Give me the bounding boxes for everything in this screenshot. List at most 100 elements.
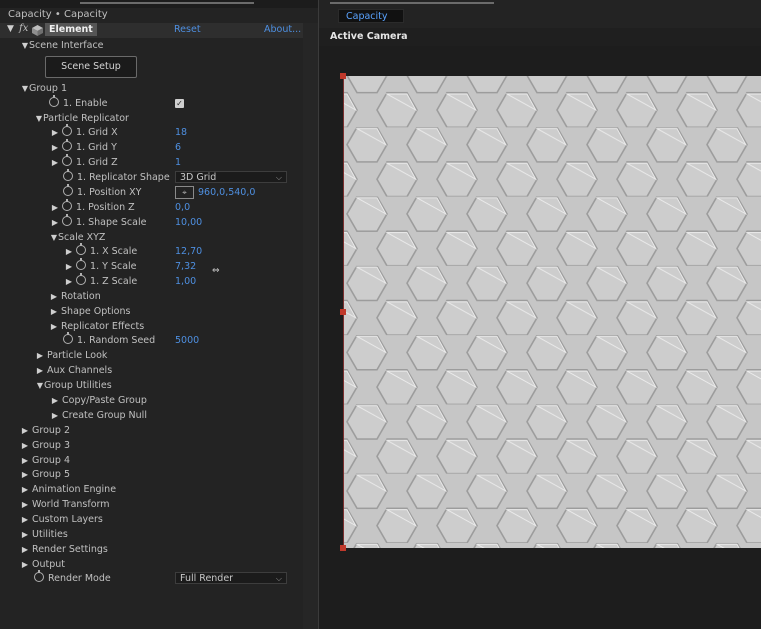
twirl-down-icon[interactable]: ▼ [7, 24, 14, 34]
twirl-right-icon[interactable]: ▶ [51, 393, 59, 408]
replicator-shape-dropdown[interactable]: 3D Grid ⌵ [175, 171, 287, 183]
stopwatch-icon[interactable] [34, 570, 44, 582]
x-scale-value[interactable]: 12,70 [175, 244, 202, 259]
composition-tab[interactable]: Capacity [338, 9, 404, 23]
custom-layers-row[interactable]: ▶ Custom Layers [0, 512, 303, 527]
random-seed-row[interactable]: 1. Random Seed 5000 [0, 332, 303, 348]
twirl-down-icon[interactable]: ▼ [35, 111, 43, 126]
position-z-value[interactable]: 0,0 [175, 200, 190, 215]
twirl-right-icon[interactable]: ▶ [21, 423, 29, 438]
about-link[interactable]: About... [264, 24, 301, 35]
rotation-row[interactable]: ▶ Rotation [0, 289, 303, 304]
twirl-right-icon[interactable]: ▶ [21, 482, 29, 497]
stopwatch-icon[interactable] [49, 95, 59, 107]
shape-options-row[interactable]: ▶ Shape Options [0, 304, 303, 319]
x-scale-row[interactable]: ▶ 1. X Scale 12,70 [0, 243, 303, 259]
rendered-hex-surface[interactable] [343, 76, 761, 548]
grid-x-row[interactable]: ▶ 1. Grid X 18 [0, 124, 303, 140]
enable-checkbox[interactable]: ✓ [175, 99, 184, 108]
grid-z-row[interactable]: ▶ 1. Grid Z 1 [0, 154, 303, 170]
twirl-right-icon[interactable]: ▶ [51, 408, 59, 423]
world-transform-row[interactable]: ▶ World Transform [0, 497, 303, 512]
stopwatch-icon[interactable] [62, 199, 73, 211]
group-2-row[interactable]: ▶ Group 2 [0, 423, 303, 438]
group-utilities-row[interactable]: ▼Group Utilities [0, 378, 303, 393]
replicator-effects-row[interactable]: ▶ Replicator Effects [0, 319, 303, 334]
stopwatch-icon[interactable] [76, 273, 87, 285]
twirl-down-icon[interactable]: ▼ [21, 81, 29, 96]
position-z-row[interactable]: ▶ 1. Position Z 0,0 [0, 199, 303, 215]
particle-replicator-row[interactable]: ▼Particle Replicator [0, 111, 303, 126]
twirl-right-icon[interactable]: ▶ [51, 155, 59, 170]
scale-xyz-row[interactable]: ▼Scale XYZ [0, 230, 303, 245]
twirl-down-icon[interactable]: ▼ [21, 38, 29, 53]
y-scale-row[interactable]: ▶ 1. Y Scale 7,32 [0, 258, 303, 274]
twirl-right-icon[interactable]: ▶ [21, 438, 29, 453]
render-mode-dropdown[interactable]: Full Render ⌵ [175, 572, 287, 584]
reset-link[interactable]: Reset [174, 24, 201, 35]
position-xy-row[interactable]: 1. Position XY ⌖ 960,0,540,0 [0, 184, 303, 200]
twirl-right-icon[interactable]: ▶ [21, 467, 29, 482]
group-1-row[interactable]: ▼Group 1 [0, 81, 303, 96]
twirl-right-icon[interactable]: ▶ [21, 512, 29, 527]
stopwatch-icon[interactable] [63, 184, 73, 196]
stopwatch-icon[interactable] [76, 243, 87, 255]
animation-engine-row[interactable]: ▶ Animation Engine [0, 482, 303, 497]
render-mode-row[interactable]: Render Mode Full Render ⌵ [0, 570, 303, 586]
replicator-shape-row[interactable]: 1. Replicator Shape 3D Grid ⌵ [0, 169, 303, 185]
shape-scale-row[interactable]: ▶ 1. Shape Scale 10,00 [0, 214, 303, 230]
twirl-right-icon[interactable]: ▶ [65, 259, 73, 274]
twirl-right-icon[interactable]: ▶ [21, 497, 29, 512]
twirl-right-icon[interactable]: ▶ [51, 200, 59, 215]
grid-z-value[interactable]: 1 [175, 155, 181, 170]
output-row[interactable]: ▶ Output [0, 557, 303, 572]
scene-interface-row[interactable]: ▼Scene Interface [0, 38, 303, 53]
group-5-row[interactable]: ▶ Group 5 [0, 467, 303, 482]
copy-paste-group-row[interactable]: ▶ Copy/Paste Group [0, 393, 303, 408]
twirl-right-icon[interactable]: ▶ [51, 140, 59, 155]
twirl-right-icon[interactable]: ▶ [21, 557, 29, 572]
stopwatch-icon[interactable] [63, 169, 73, 181]
twirl-down-icon[interactable]: ▼ [36, 378, 44, 393]
create-group-null-row[interactable]: ▶ Create Group Null [0, 408, 303, 423]
stopwatch-icon[interactable] [63, 332, 73, 344]
fx-icon[interactable]: fx [19, 23, 28, 34]
twirl-down-icon[interactable]: ▼ [50, 230, 58, 245]
enable-row[interactable]: 1. Enable ✓ [0, 95, 303, 111]
particle-look-row[interactable]: ▶ Particle Look [0, 348, 303, 363]
aux-channels-row[interactable]: ▶ Aux Channels [0, 363, 303, 378]
twirl-right-icon[interactable]: ▶ [65, 244, 73, 259]
position-xy-value[interactable]: 960,0,540,0 [198, 185, 255, 200]
crosshair-icon[interactable]: ⌖ [175, 186, 194, 199]
group-4-row[interactable]: ▶ Group 4 [0, 453, 303, 468]
twirl-right-icon[interactable]: ▶ [21, 527, 29, 542]
stopwatch-icon[interactable] [76, 258, 87, 270]
transform-handle-top-left[interactable] [340, 73, 346, 79]
grid-y-value[interactable]: 6 [175, 140, 181, 155]
twirl-right-icon[interactable]: ▶ [51, 125, 59, 140]
shape-scale-value[interactable]: 10,00 [175, 215, 202, 230]
stopwatch-icon[interactable] [62, 214, 73, 226]
z-scale-value[interactable]: 1,00 [175, 274, 196, 289]
y-scale-value[interactable]: 7,32 [175, 259, 196, 274]
stopwatch-icon[interactable] [62, 139, 73, 151]
stopwatch-icon[interactable] [62, 124, 73, 136]
random-seed-value[interactable]: 5000 [175, 333, 199, 348]
twirl-right-icon[interactable]: ▶ [36, 363, 44, 378]
twirl-right-icon[interactable]: ▶ [21, 453, 29, 468]
grid-y-row[interactable]: ▶ 1. Grid Y 6 [0, 139, 303, 155]
stopwatch-icon[interactable] [62, 154, 73, 166]
twirl-right-icon[interactable]: ▶ [36, 348, 44, 363]
utilities-row[interactable]: ▶ Utilities [0, 527, 303, 542]
panel-scrollbar[interactable] [303, 23, 318, 629]
transform-handle-bottom-left[interactable] [340, 545, 346, 551]
render-settings-row[interactable]: ▶ Render Settings [0, 542, 303, 557]
twirl-right-icon[interactable]: ▶ [21, 542, 29, 557]
z-scale-row[interactable]: ▶ 1. Z Scale 1,00 [0, 273, 303, 289]
twirl-right-icon[interactable]: ▶ [65, 274, 73, 289]
transform-handle-mid-left[interactable] [340, 309, 346, 315]
scene-setup-button[interactable]: Scene Setup [45, 56, 137, 78]
group-3-row[interactable]: ▶ Group 3 [0, 438, 303, 453]
twirl-right-icon[interactable]: ▶ [50, 319, 58, 334]
twirl-right-icon[interactable]: ▶ [50, 304, 58, 319]
